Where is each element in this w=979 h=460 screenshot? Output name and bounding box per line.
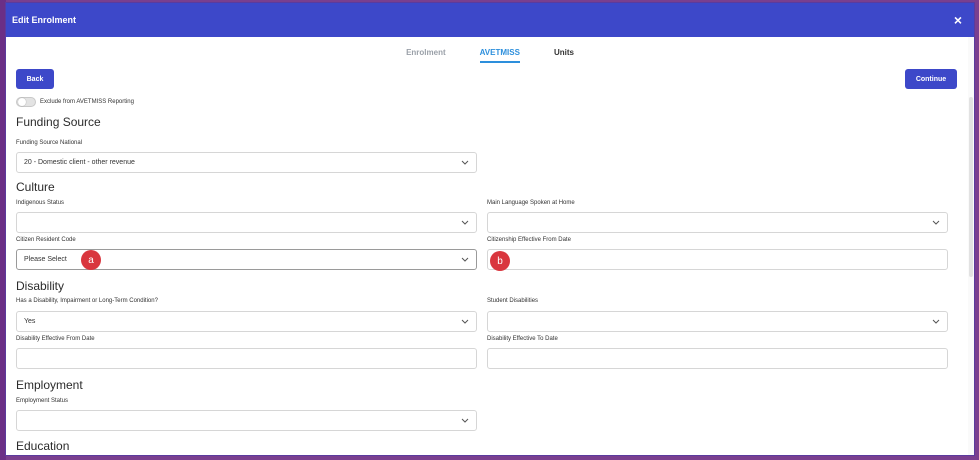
citizen-resident-code-label: Citizen Resident Code — [16, 237, 76, 243]
chevron-down-icon — [461, 418, 469, 423]
disability-from-input[interactable] — [16, 348, 477, 369]
disability-to-label: Disability Effective To Date — [487, 336, 558, 342]
chevron-down-icon — [932, 319, 940, 324]
close-icon[interactable]: × — [954, 13, 962, 27]
has-disability-label: Has a Disability, Impairment or Long-Ter… — [16, 298, 158, 304]
tab-units[interactable]: Units — [554, 48, 574, 63]
chevron-down-icon — [461, 257, 469, 262]
exclude-avetmiss-toggle-row: Exclude from AVETMISS Reporting — [16, 97, 134, 107]
funding-source-national-value: 20 - Domestic client - other revenue — [24, 159, 135, 166]
modal-title: Edit Enrolment — [12, 15, 77, 25]
chevron-down-icon — [932, 220, 940, 225]
main-language-select[interactable] — [487, 212, 948, 233]
chevron-down-icon — [461, 319, 469, 324]
citizen-resident-code-value: Please Select — [24, 256, 67, 263]
section-disability: Disability — [16, 279, 65, 293]
tab-enrolment[interactable]: Enrolment — [406, 48, 446, 63]
funding-source-national-select[interactable]: 20 - Domestic client - other revenue — [16, 152, 477, 173]
citizenship-effective-from-input[interactable] — [487, 249, 948, 270]
section-culture: Culture — [16, 180, 55, 194]
section-education: Education — [16, 439, 70, 453]
student-disabilities-select[interactable] — [487, 311, 948, 332]
annotation-badge-b: b — [490, 251, 510, 271]
has-disability-select[interactable]: Yes — [16, 311, 477, 332]
chevron-down-icon — [461, 220, 469, 225]
main-language-label: Main Language Spoken at Home — [487, 200, 575, 206]
employment-status-label: Employment Status — [16, 398, 69, 404]
toggle-label: Exclude from AVETMISS Reporting — [40, 99, 134, 105]
edit-enrolment-modal: Edit Enrolment × Enrolment AVETMISS Unit… — [5, 2, 975, 456]
indigenous-status-label: Indigenous Status — [16, 200, 65, 206]
employment-status-select[interactable] — [16, 410, 477, 431]
scrollbar-thumb[interactable] — [969, 97, 973, 277]
chevron-down-icon — [461, 160, 469, 165]
disability-to-input[interactable] — [487, 348, 948, 369]
citizenship-effective-from-label: Citizenship Effective From Date — [487, 237, 571, 243]
back-button[interactable]: Back — [16, 69, 54, 89]
annotation-badge-a: a — [81, 250, 101, 270]
exclude-avetmiss-toggle[interactable] — [16, 97, 36, 107]
modal-scrollbar[interactable] — [968, 37, 974, 455]
section-funding-source: Funding Source — [16, 115, 101, 129]
has-disability-value: Yes — [24, 318, 36, 325]
disability-from-label: Disability Effective From Date — [16, 336, 95, 342]
funding-source-national-label: Funding Source National — [16, 140, 83, 146]
modal-header: Edit Enrolment × — [6, 3, 974, 37]
continue-button[interactable]: Continue — [905, 69, 957, 89]
indigenous-status-select[interactable] — [16, 212, 477, 233]
tab-bar: Enrolment AVETMISS Units — [6, 37, 974, 63]
section-employment: Employment — [16, 378, 83, 392]
tab-avetmiss[interactable]: AVETMISS — [479, 48, 520, 63]
student-disabilities-label: Student Disabilities — [487, 298, 539, 304]
